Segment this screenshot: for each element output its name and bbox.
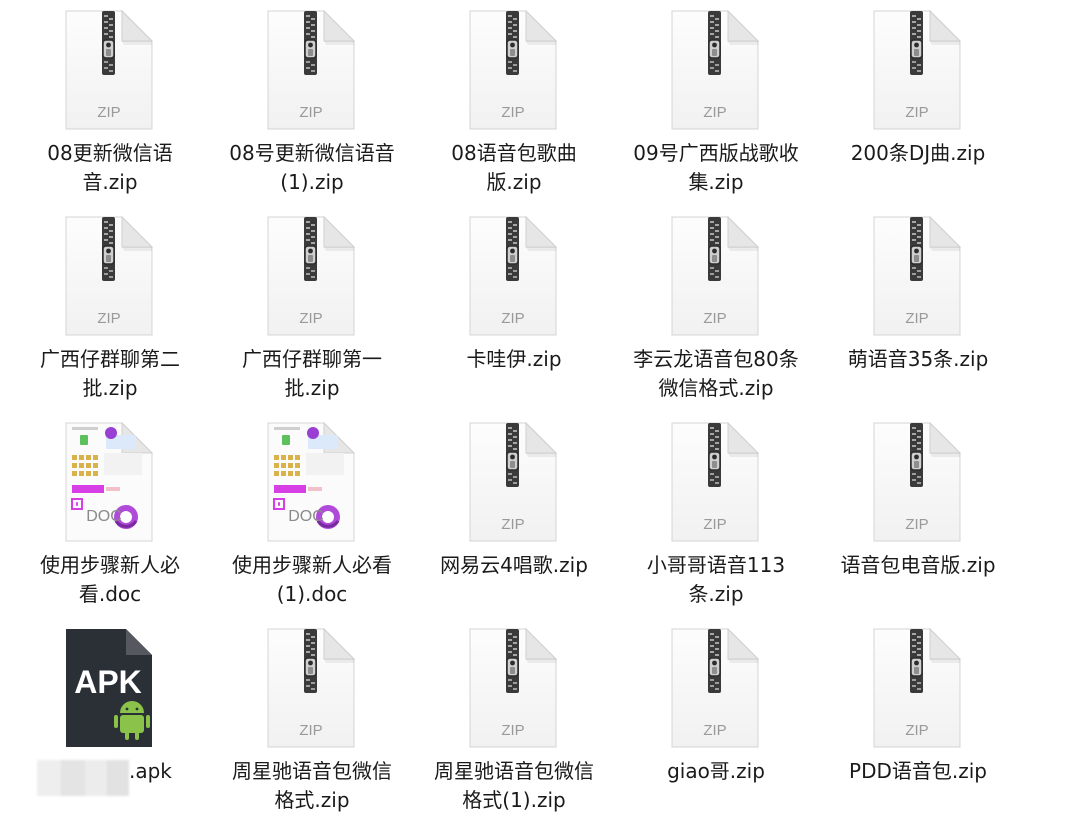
file-kind-label: ZIP: [299, 104, 322, 121]
file-kind-label: DOC: [288, 508, 324, 525]
file-item-zip[interactable]: ZIP 周星驰语音包微信 格式.zip: [211, 624, 413, 830]
zip-file-icon: ZIP: [872, 215, 962, 337]
zip-file-icon: ZIP: [670, 627, 760, 749]
file-kind-label: ZIP: [905, 104, 928, 121]
file-item-zip[interactable]: ZIP 小哥哥语音113 条.zip: [615, 418, 817, 624]
zip-file-icon: ZIP: [468, 421, 558, 543]
file-name-label: 语音包电音版.zip: [840, 553, 996, 577]
file-item-zip[interactable]: ZIP 08号更新微信语音 (1).zip: [211, 6, 413, 212]
zip-file-icon: ZIP: [468, 9, 558, 131]
zip-file-icon: ZIP: [872, 627, 962, 749]
file-item-zip[interactable]: ZIP 周星驰语音包微信 格式(1).zip: [413, 624, 615, 830]
file-grid: ZIP 08更新微信语 音.zip ZIP 08号更新微信语音 (1).zip: [9, 6, 1019, 830]
file-kind-label: ZIP: [905, 310, 928, 327]
file-name-label: 萌语音35条.zip: [847, 347, 989, 371]
zip-file-icon: ZIP: [266, 215, 356, 337]
zip-file-icon: ZIP: [266, 627, 356, 749]
zip-file-icon: ZIP: [468, 215, 558, 337]
doc-file-icon: DOC: [266, 421, 356, 543]
file-name-label: 08语音包歌曲 版.zip: [451, 141, 577, 194]
file-kind-label: ZIP: [97, 104, 120, 121]
apk-file-icon: APK: [64, 627, 154, 749]
file-item-zip[interactable]: ZIP 萌语音35条.zip: [817, 212, 1019, 418]
file-kind-label: ZIP: [501, 104, 524, 121]
file-kind-label: ZIP: [703, 310, 726, 327]
file-kind-label: ZIP: [299, 310, 322, 327]
file-item-zip[interactable]: ZIP 语音包电音版.zip: [817, 418, 1019, 624]
file-name-label: 小哥哥语音113 条.zip: [646, 553, 786, 606]
file-kind-label: ZIP: [905, 722, 928, 739]
file-item-zip[interactable]: ZIP 广西仔群聊第一 批.zip: [211, 212, 413, 418]
zip-file-icon: ZIP: [64, 215, 154, 337]
file-name-label: PDD语音包.zip: [849, 759, 987, 783]
file-item-doc[interactable]: DOC 使用步骤新人必 看.doc: [9, 418, 211, 624]
file-name-label: 周星驰语音包微信 格式(1).zip: [434, 759, 594, 812]
file-name-label: 200条DJ曲.zip: [850, 141, 986, 165]
file-name-label: 08号更新微信语音 (1).zip: [229, 141, 395, 194]
zip-file-icon: ZIP: [670, 421, 760, 543]
doc-file-icon: DOC: [64, 421, 154, 543]
file-item-zip[interactable]: ZIP 李云龙语音包80条 微信格式.zip: [615, 212, 817, 418]
file-kind-label: ZIP: [97, 310, 120, 327]
file-kind-label: ZIP: [501, 722, 524, 739]
file-name-label: 使用步骤新人必看 (1).doc: [232, 553, 392, 606]
file-kind-label: ZIP: [703, 722, 726, 739]
file-name-label: 广西仔群聊第一 批.zip: [242, 347, 382, 400]
file-item-zip[interactable]: ZIP 200条DJ曲.zip: [817, 6, 1019, 212]
file-name-label: 使用步骤新人必 看.doc: [40, 553, 180, 606]
zip-file-icon: ZIP: [64, 9, 154, 131]
file-item-zip[interactable]: ZIP giao哥.zip: [615, 624, 817, 830]
zip-file-icon: ZIP: [266, 9, 356, 131]
file-item-zip[interactable]: ZIP 09号广西版战歌收 集.zip: [615, 6, 817, 212]
file-name-label: 09号广西版战歌收 集.zip: [633, 141, 799, 194]
file-name-label: 李云龙语音包80条 微信格式.zip: [633, 347, 799, 400]
zip-file-icon: ZIP: [670, 215, 760, 337]
file-kind-label: ZIP: [501, 310, 524, 327]
file-name-label: giao哥.zip: [667, 759, 765, 783]
zip-file-icon: ZIP: [468, 627, 558, 749]
file-item-zip[interactable]: ZIP 网易云4唱歌.zip: [413, 418, 615, 624]
file-item-zip[interactable]: ZIP PDD语音包.zip: [817, 624, 1019, 830]
file-item-zip[interactable]: ZIP 08语音包歌曲 版.zip: [413, 6, 615, 212]
zip-file-icon: ZIP: [872, 421, 962, 543]
zip-file-icon: ZIP: [670, 9, 760, 131]
file-name-label: 08更新微信语 音.zip: [47, 141, 173, 194]
zip-file-icon: ZIP: [872, 9, 962, 131]
file-item-apk[interactable]: APK .apk: [9, 624, 211, 830]
file-item-zip[interactable]: ZIP 卡哇伊.zip: [413, 212, 615, 418]
file-kind-label: DOC: [86, 508, 122, 525]
file-kind-label: APK: [74, 664, 142, 700]
file-name-label: .apk: [129, 759, 172, 783]
file-kind-label: ZIP: [703, 104, 726, 121]
file-name-label: 周星驰语音包微信 格式.zip: [232, 759, 392, 812]
file-kind-label: ZIP: [703, 516, 726, 533]
file-item-zip[interactable]: ZIP 广西仔群聊第二 批.zip: [9, 212, 211, 418]
file-item-doc[interactable]: DOC 使用步骤新人必看 (1).doc: [211, 418, 413, 624]
file-item-zip[interactable]: ZIP 08更新微信语 音.zip: [9, 6, 211, 212]
file-name-label: 网易云4唱歌.zip: [440, 553, 588, 577]
file-kind-label: ZIP: [905, 516, 928, 533]
file-name-label: 卡哇伊.zip: [466, 347, 562, 371]
file-name-label: 广西仔群聊第二 批.zip: [40, 347, 180, 400]
file-kind-label: ZIP: [299, 722, 322, 739]
file-kind-label: ZIP: [501, 516, 524, 533]
